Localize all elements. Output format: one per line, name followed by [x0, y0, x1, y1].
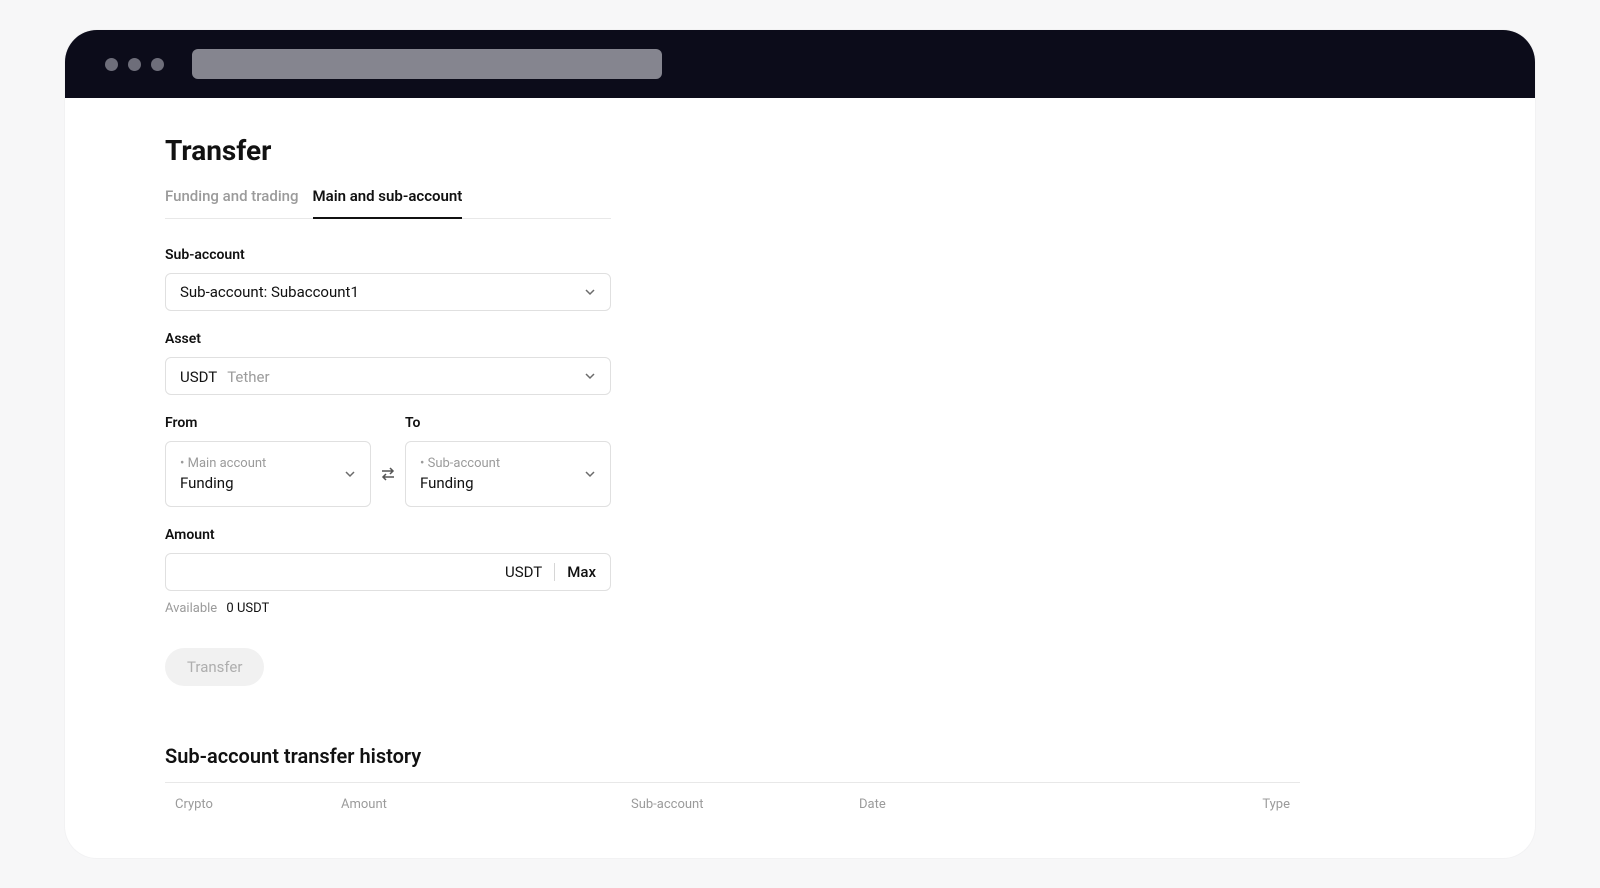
window-minimize-dot[interactable]	[128, 58, 141, 71]
to-select[interactable]: Sub-account Funding	[405, 441, 611, 507]
url-bar[interactable]	[192, 49, 662, 79]
from-to-field: From Main account Funding	[165, 415, 611, 507]
amount-max-button[interactable]: Max	[567, 563, 596, 581]
chevron-down-icon	[584, 370, 596, 382]
to-account-value: Funding	[420, 474, 584, 492]
subaccount-select[interactable]: Sub-account: Subaccount1	[165, 273, 611, 311]
window-maximize-dot[interactable]	[151, 58, 164, 71]
tab-funding-trading[interactable]: Funding and trading	[165, 187, 299, 218]
subaccount-field: Sub-account Sub-account: Subaccount1	[165, 247, 611, 311]
window-close-dot[interactable]	[105, 58, 118, 71]
chevron-down-icon	[584, 286, 596, 298]
history-table: Crypto Amount Sub-account Date Type	[165, 782, 1300, 812]
from-account-value: Funding	[180, 474, 344, 492]
divider	[554, 563, 555, 581]
subaccount-value: Sub-account: Subaccount1	[180, 283, 359, 301]
subaccount-label: Sub-account	[165, 247, 611, 263]
history-header: Crypto Amount Sub-account Date Type	[165, 783, 1300, 812]
window-controls	[105, 58, 164, 71]
amount-input[interactable]	[180, 554, 493, 590]
chevron-down-icon	[344, 468, 356, 480]
history-col-amount: Amount	[341, 797, 631, 812]
browser-header	[65, 30, 1535, 98]
to-label: To	[405, 415, 611, 431]
asset-label: Asset	[165, 331, 611, 347]
from-select[interactable]: Main account Funding	[165, 441, 371, 507]
asset-field: Asset USDT Tether	[165, 331, 611, 395]
history-col-type: Type	[1257, 797, 1290, 812]
amount-label: Amount	[165, 527, 611, 543]
browser-window: Transfer Funding and trading Main and su…	[65, 30, 1535, 858]
amount-box: USDT Max	[165, 553, 611, 591]
to-account-type: Sub-account	[420, 456, 584, 471]
transfer-button[interactable]: Transfer	[165, 648, 264, 686]
history-title: Sub-account transfer history	[165, 744, 1435, 768]
available-label: Available	[165, 601, 217, 616]
from-label: From	[165, 415, 371, 431]
page-title: Transfer	[165, 134, 1435, 167]
history-col-subaccount: Sub-account	[631, 797, 859, 812]
available-value: 0 USDT	[226, 601, 269, 616]
tabs: Funding and trading Main and sub-account	[165, 187, 611, 219]
asset-name: Tether	[227, 368, 269, 386]
history-col-crypto: Crypto	[175, 797, 341, 812]
tab-main-sub-account[interactable]: Main and sub-account	[313, 187, 463, 219]
amount-field: Amount USDT Max Available 0 USDT	[165, 527, 611, 616]
from-account-type: Main account	[180, 456, 344, 471]
swap-icon[interactable]	[380, 466, 396, 482]
chevron-down-icon	[584, 468, 596, 480]
amount-currency: USDT	[505, 563, 542, 581]
available-row: Available 0 USDT	[165, 601, 611, 616]
asset-symbol: USDT	[180, 368, 217, 386]
history-col-date: Date	[859, 797, 1257, 812]
asset-select[interactable]: USDT Tether	[165, 357, 611, 395]
page-content: Transfer Funding and trading Main and su…	[65, 98, 1535, 858]
